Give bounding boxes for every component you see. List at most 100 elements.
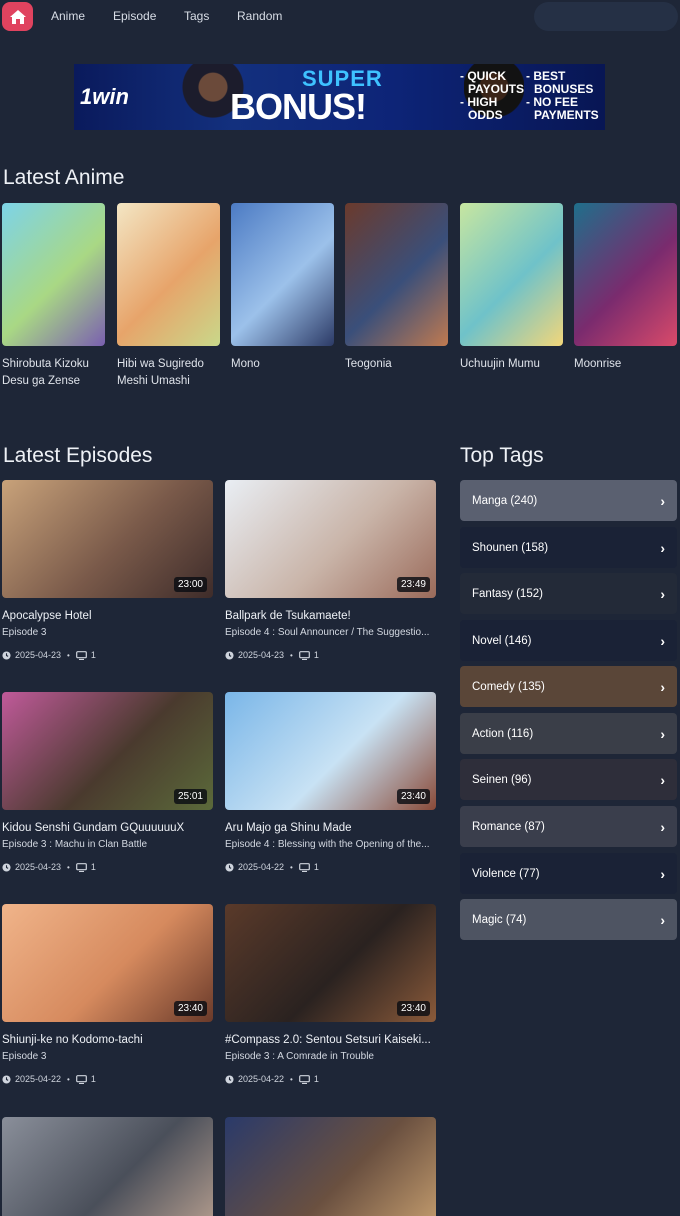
clock-icon [225, 650, 234, 660]
episode-meta: 2025-04-23 • 1 [225, 650, 436, 660]
search-input[interactable] [534, 2, 678, 31]
episode-meta: 2025-04-23 • 1 [2, 650, 213, 660]
anime-cover [345, 203, 448, 346]
episode-title: Kidou Senshi Gundam GQuuuuuuX [2, 822, 185, 834]
anime-card[interactable]: Mono [231, 203, 334, 373]
episode-card[interactable]: 23:40 #Compass 2.0: Sentou Setsuri Kaise… [225, 904, 436, 1084]
banner-text: ODDS [468, 108, 503, 122]
anime-card[interactable]: Moonrise [574, 203, 677, 373]
episode-card[interactable] [225, 1117, 436, 1216]
monitor-icon [75, 650, 87, 660]
tag-label: Action (116) [472, 727, 534, 740]
chevron-right-icon: › [660, 865, 665, 882]
episode-meta: 2025-04-22 • 1 [225, 862, 436, 872]
tag-label: Novel (146) [472, 634, 532, 647]
tag-item[interactable]: Fantasy (152) › [460, 573, 677, 614]
chevron-right-icon: › [660, 539, 665, 556]
anime-cover [574, 203, 677, 346]
separator-dot: • [67, 1074, 70, 1084]
episode-title: Ballpark de Tsukamaete! [225, 610, 351, 622]
anime-title: Teogonia [345, 358, 392, 370]
episode-count: 1 [313, 1074, 319, 1084]
tag-item[interactable]: Novel (146) › [460, 620, 677, 661]
anime-cover [460, 203, 563, 346]
anime-title: Moonrise [574, 358, 622, 370]
episode-date: 2025-04-23 [15, 650, 62, 660]
tag-item[interactable]: Seinen (96) › [460, 759, 677, 800]
episode-card[interactable]: 23:49 Ballpark de Tsukamaete! Episode 4 … [225, 480, 436, 660]
separator-dot: • [290, 862, 293, 872]
clock-icon [225, 1074, 234, 1084]
monitor-icon [298, 650, 310, 660]
tag-item[interactable]: Comedy (135) › [460, 666, 677, 707]
episode-meta: 2025-04-22 • 1 [2, 1074, 213, 1084]
episode-card[interactable]: 23:40 Shiunji-ke no Kodomo-tachi Episode… [2, 904, 213, 1084]
tag-item[interactable]: Magic (74) › [460, 899, 677, 940]
anime-cover [117, 203, 220, 346]
latest-episodes-heading: Latest Episodes [3, 444, 153, 467]
episode-thumbnail [2, 1117, 213, 1216]
episode-card[interactable]: 25:01 Kidou Senshi Gundam GQuuuuuuX Epis… [2, 692, 213, 872]
chevron-right-icon: › [660, 492, 665, 509]
separator-dot: • [290, 650, 293, 660]
tag-item[interactable]: Shounen (158) › [460, 527, 677, 568]
episode-meta: 2025-04-23 • 1 [2, 862, 213, 872]
episode-thumbnail: 23:40 [2, 904, 213, 1022]
tag-label: Magic (74) [472, 913, 527, 926]
duration-badge: 23:00 [173, 577, 207, 592]
anime-cover [2, 203, 105, 346]
banner-headline-main: BONUS! [230, 86, 367, 127]
nav-link-episode[interactable]: Episode [113, 9, 156, 23]
episode-thumbnail: 25:01 [2, 692, 213, 810]
separator-dot: • [67, 862, 70, 872]
episode-subtitle: Episode 4 : Blessing with the Opening of… [225, 839, 430, 850]
tag-item[interactable]: Violence (77) › [460, 853, 677, 894]
episode-card[interactable] [2, 1117, 213, 1216]
anime-title: Hibi wa Sugiredo Meshi Umashi [117, 358, 204, 387]
episode-card[interactable]: 23:00 Apocalypse Hotel Episode 3 2025-04… [2, 480, 213, 660]
banner-brand: 1win [80, 84, 129, 109]
tag-label: Violence (77) [472, 867, 540, 880]
tag-label: Manga (240) [472, 494, 538, 507]
tag-label: Shounen (158) [472, 541, 549, 554]
nav-link-anime[interactable]: Anime [51, 9, 85, 23]
episode-subtitle: Episode 4 : Soul Announcer / The Suggest… [225, 627, 430, 638]
episode-thumbnail: 23:40 [225, 904, 436, 1022]
tag-label: Seinen (96) [472, 773, 532, 786]
duration-badge: 25:01 [173, 789, 207, 804]
chevron-right-icon: › [660, 678, 665, 695]
episode-thumbnail: 23:49 [225, 480, 436, 598]
episode-title: #Compass 2.0: Sentou Setsuri Kaiseki... [225, 1034, 431, 1046]
episode-card[interactable]: 23:40 Aru Majo ga Shinu Made Episode 4 :… [225, 692, 436, 872]
episode-meta: 2025-04-22 • 1 [225, 1074, 436, 1084]
anime-card[interactable]: Hibi wa Sugiredo Meshi Umashi [117, 203, 220, 390]
anime-card[interactable]: Uchuujin Mumu [460, 203, 563, 373]
ad-banner[interactable]: 1win SUPER BONUS! - QUICK PAYOUTS - HIGH… [74, 64, 605, 130]
latest-anime-heading: Latest Anime [3, 166, 125, 189]
tag-label: Comedy (135) [472, 680, 545, 693]
nav-link-tags[interactable]: Tags [184, 9, 209, 23]
anime-cover [231, 203, 334, 346]
episode-thumbnail: 23:00 [2, 480, 213, 598]
clock-icon [225, 862, 234, 872]
episode-subtitle: Episode 3 : Machu in Clan Battle [2, 839, 148, 850]
duration-badge: 23:40 [173, 1001, 207, 1016]
clock-icon [2, 650, 11, 660]
tag-item[interactable]: Romance (87) › [460, 806, 677, 847]
nav-link-random[interactable]: Random [237, 9, 282, 23]
anime-card[interactable]: Teogonia [345, 203, 448, 373]
episode-count: 1 [313, 650, 319, 660]
top-nav: Anime Episode Tags Random [0, 0, 680, 34]
episode-subtitle: Episode 3 [2, 1051, 47, 1062]
chevron-right-icon: › [660, 585, 665, 602]
tag-item[interactable]: Action (116) › [460, 713, 677, 754]
episode-thumbnail: 23:40 [225, 692, 436, 810]
anime-card[interactable]: Shirobuta Kizoku Desu ga Zense no... [2, 203, 105, 390]
duration-badge: 23:49 [396, 577, 430, 592]
episode-count: 1 [313, 862, 319, 872]
tag-item[interactable]: Manga (240) › [460, 480, 677, 521]
separator-dot: • [67, 650, 70, 660]
home-button[interactable] [2, 2, 33, 31]
chevron-right-icon: › [660, 818, 665, 835]
tag-label: Romance (87) [472, 820, 545, 833]
